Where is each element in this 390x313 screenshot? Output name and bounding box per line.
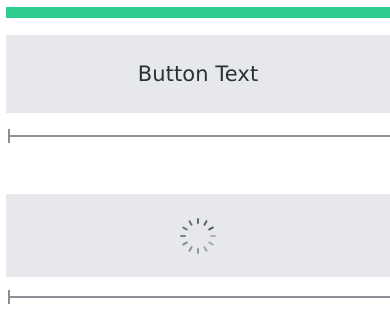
divider-line — [8, 135, 390, 137]
spinner-tick — [188, 219, 193, 226]
spinner-tick — [203, 245, 208, 252]
primary-button-label: Button Text — [137, 62, 259, 86]
spinner-tick — [208, 226, 214, 230]
spinner-tick — [208, 241, 214, 245]
progress-bar — [6, 7, 390, 18]
spinner-tick — [182, 226, 188, 230]
spinner-tick — [203, 219, 208, 226]
loading-spinner-icon — [180, 217, 216, 254]
spinner-tick — [188, 245, 193, 252]
divider — [8, 129, 390, 143]
spinner-tick — [182, 241, 188, 245]
loading-button[interactable] — [6, 194, 390, 277]
divider-line — [8, 296, 390, 298]
primary-button[interactable]: Button Text — [6, 35, 390, 113]
divider — [8, 290, 390, 304]
